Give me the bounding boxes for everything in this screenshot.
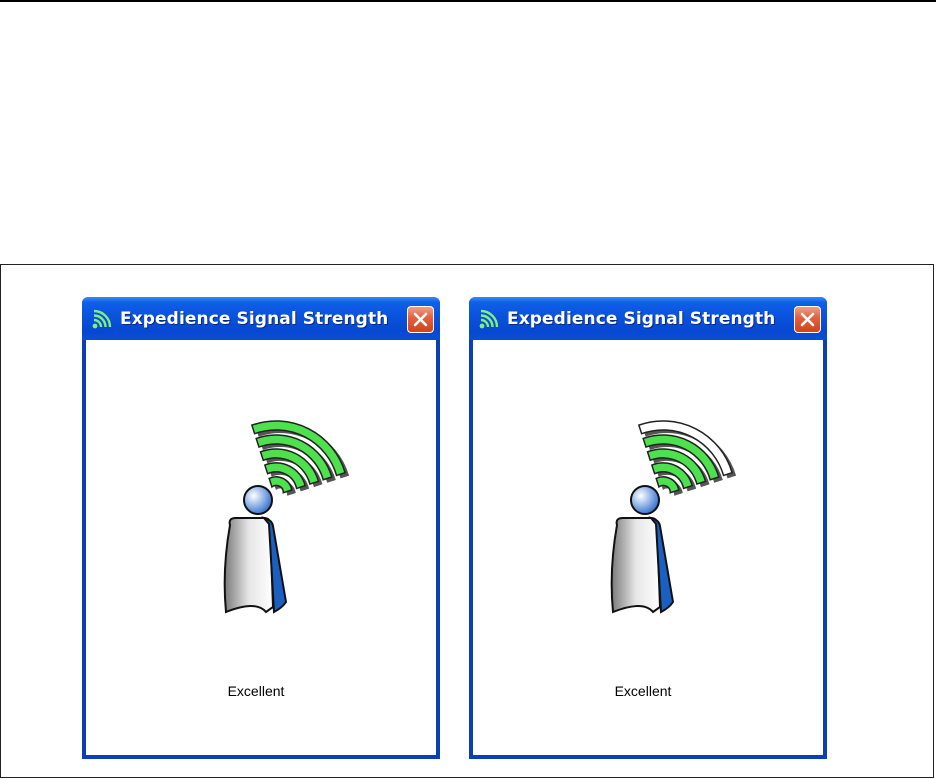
signal-window-1: Expedience Signal Strength Excellent bbox=[82, 297, 440, 759]
signal-window-2: Expedience Signal Strength Excellent bbox=[469, 297, 827, 759]
close-icon bbox=[800, 312, 815, 327]
signal-status-label: Excellent bbox=[614, 683, 672, 699]
window-title: Expedience Signal Strength bbox=[120, 308, 389, 329]
window-client-area: Excellent bbox=[473, 340, 823, 755]
window-titlebar[interactable]: Expedience Signal Strength bbox=[469, 297, 827, 340]
window-client-area: Excellent bbox=[86, 340, 436, 755]
signal-waves bbox=[637, 420, 737, 496]
close-icon bbox=[413, 312, 428, 327]
close-button[interactable] bbox=[407, 306, 434, 333]
signal-strength-icon bbox=[479, 309, 499, 328]
window-titlebar[interactable]: Expedience Signal Strength bbox=[82, 297, 440, 340]
window-title: Expedience Signal Strength bbox=[507, 308, 776, 329]
signal-status-label: Excellent bbox=[227, 683, 285, 699]
top-rule bbox=[0, 0, 936, 2]
signal-strength-icon bbox=[92, 309, 112, 328]
close-button[interactable] bbox=[794, 306, 821, 333]
signal-waves bbox=[250, 420, 350, 496]
